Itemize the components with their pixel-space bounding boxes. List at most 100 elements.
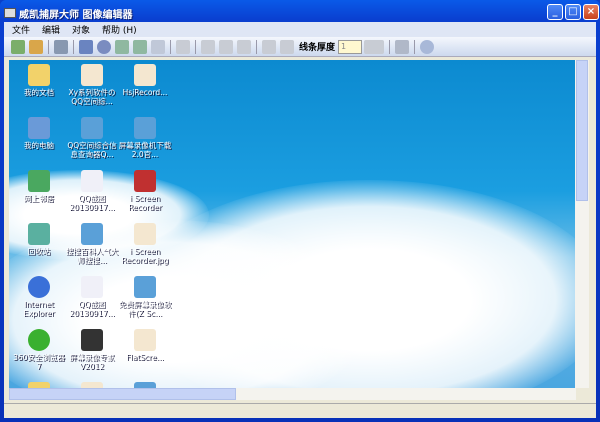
resize-icon — [280, 39, 294, 54]
menu-edit[interactable]: 编辑 — [42, 23, 60, 36]
doc-icon — [134, 223, 156, 245]
toolbar: 线条厚度 1 — [4, 37, 596, 57]
desktop-icon[interactable]: HsjRecord... — [117, 64, 173, 97]
p6-icon — [134, 117, 156, 139]
about-icon[interactable] — [420, 39, 435, 54]
desktop-icon-label: 回收站 — [27, 247, 51, 256]
app-icon — [4, 8, 16, 18]
title-bar: 威凯捕屏大师 图像编辑器 — [4, 3, 132, 23]
desktop-icon-label: QQ截图 20130917... — [69, 300, 115, 318]
desktop-icon-label: 屏幕录像专家 V2012 — [69, 353, 115, 371]
desktop-icon[interactable]: QQ截图 20130917... — [64, 276, 120, 318]
editor-window: 威凯捕屏大师 图像编辑器 _ □ × 文件 编辑 对象 帮助 (H) 线条厚度 … — [0, 0, 600, 422]
desktop-icon-label: Xy系列软件の QQ空间综... — [68, 88, 116, 106]
doc-icon — [134, 64, 156, 86]
rectangle-tool-icon[interactable] — [79, 39, 93, 54]
divider — [195, 39, 196, 54]
horizontal-scrollbar[interactable] — [9, 388, 576, 400]
desktop-icon-label: HsjRecord... — [122, 88, 168, 97]
desktop-icon[interactable]: 屏幕录像机下载 2.0官... — [117, 117, 173, 159]
divider — [256, 39, 257, 54]
minimize-button[interactable]: _ — [547, 4, 563, 20]
desktop-icon-label: 搜搜百科人气大师搜搜... — [65, 247, 119, 265]
line-style-dropdown-icon — [364, 39, 385, 54]
desktop-icon-label: 360安全浏览器7 — [13, 353, 65, 371]
desktop-icon[interactable]: 我的文档 — [11, 64, 67, 97]
menu-file[interactable]: 文件 — [12, 23, 30, 36]
window-title: 威凯捕屏大师 图像编辑器 — [19, 9, 133, 21]
delete-icon — [176, 39, 190, 54]
desktop-icon-label: QQ空间综合信息查询器Q... — [67, 141, 117, 159]
arrow-tool-icon[interactable] — [133, 39, 147, 54]
divider — [170, 39, 171, 54]
crop-icon — [262, 39, 276, 54]
desktop-icon[interactable]: 回收站 — [11, 223, 67, 256]
ellipse-tool-icon[interactable] — [97, 39, 111, 54]
divider — [48, 39, 49, 54]
print-icon[interactable] — [54, 39, 68, 54]
desktop-icon-label: FlatScre... — [126, 353, 164, 362]
paste-icon[interactable] — [29, 39, 43, 54]
desktop-icon-label: 我的文档 — [24, 88, 54, 97]
desktop-icon[interactable]: 我的电脑 — [11, 117, 67, 150]
divider — [414, 39, 416, 54]
rec-icon — [134, 170, 156, 192]
maximize-button[interactable]: □ — [565, 4, 581, 20]
desktop-icon[interactable]: i Screen Recorder.jpg — [117, 223, 173, 265]
client-area: 文件 编辑 对象 帮助 (H) 线条厚度 1 我的文档 Xy系列软件の QQ空间综… — [4, 22, 596, 418]
desktop-icon[interactable]: Internet Explorer — [11, 276, 67, 318]
desktop-icon-label: 网上邻居 — [24, 194, 54, 203]
bin-icon — [28, 223, 50, 245]
doc-icon — [81, 64, 103, 86]
line-width-label: 线条厚度 — [299, 43, 336, 53]
desktop-icon[interactable]: QQ截图 20130917... — [64, 170, 120, 212]
copy-icon[interactable] — [11, 39, 25, 54]
desktop-icon[interactable]: 网上邻居 — [11, 170, 67, 203]
vertical-scrollbar[interactable] — [575, 60, 589, 388]
desktop-icon-label: QQ截图 20130917... — [69, 194, 115, 212]
p6-icon — [81, 223, 103, 245]
desktop-icon[interactable]: 屏幕录像专家 V2012 — [64, 329, 120, 371]
copy-object-icon — [219, 39, 233, 54]
desktop-icon[interactable]: FlatScre... — [117, 329, 173, 362]
menu-object[interactable]: 对象 — [72, 23, 90, 36]
desktop-icon[interactable]: 搜搜百科人气大师搜搜... — [64, 223, 120, 265]
horizontal-scroll-thumb[interactable] — [9, 388, 236, 400]
desktop-icon[interactable]: i Screen Recorder — [117, 170, 173, 212]
line-width-select[interactable]: 1 — [338, 39, 363, 54]
ie-icon — [28, 276, 50, 298]
film-icon — [81, 329, 103, 351]
status-bar — [4, 403, 596, 418]
desktop-icon-label: 屏幕录像机下载 2.0官... — [118, 141, 172, 159]
close-button[interactable]: × — [583, 4, 599, 20]
desktop-icon[interactable]: QQ空间综合信息查询器Q... — [64, 117, 120, 159]
menu-help[interactable]: 帮助 (H) — [102, 23, 137, 36]
menu-bar: 文件 编辑 对象 帮助 (H) — [4, 22, 596, 37]
desktop-icon-label: i Screen Recorder — [128, 194, 162, 212]
img-icon — [81, 276, 103, 298]
settings-wrench-icon[interactable] — [395, 39, 410, 54]
folder-icon — [28, 64, 50, 86]
image-canvas[interactable]: 我的文档 Xy系列软件の QQ空间综... HsjRecord... 我的电脑 QQ空间… — [9, 60, 576, 388]
p6-icon — [134, 276, 156, 298]
desktop-icon[interactable]: 360安全浏览器7 — [11, 329, 67, 371]
text-tool-icon[interactable] — [151, 39, 165, 54]
desktop-icon[interactable]: 免费屏幕录像软件(Z Sc... — [117, 276, 173, 318]
vertical-scroll-thumb[interactable] — [576, 60, 588, 202]
desktop-icon-label: i Screen Recorder.jpg — [121, 247, 169, 265]
doc-icon — [134, 329, 156, 351]
img-icon — [81, 170, 103, 192]
divider — [389, 39, 391, 54]
desktop-icon[interactable]: Xy系列软件の QQ空间综... — [64, 64, 120, 106]
cut-icon — [201, 39, 215, 54]
p6-icon — [81, 117, 103, 139]
net-icon — [28, 170, 50, 192]
divider — [73, 39, 74, 54]
desktop-icon-label: Internet Explorer — [23, 300, 55, 318]
line-tool-icon[interactable] — [115, 39, 129, 54]
b360-icon — [28, 329, 50, 351]
desktop-icon-label: 免费屏幕录像软件(Z Sc... — [118, 300, 172, 318]
desktop-icon-label: 我的电脑 — [24, 141, 54, 150]
paste-object-icon — [237, 39, 251, 54]
pc-icon — [28, 117, 50, 139]
